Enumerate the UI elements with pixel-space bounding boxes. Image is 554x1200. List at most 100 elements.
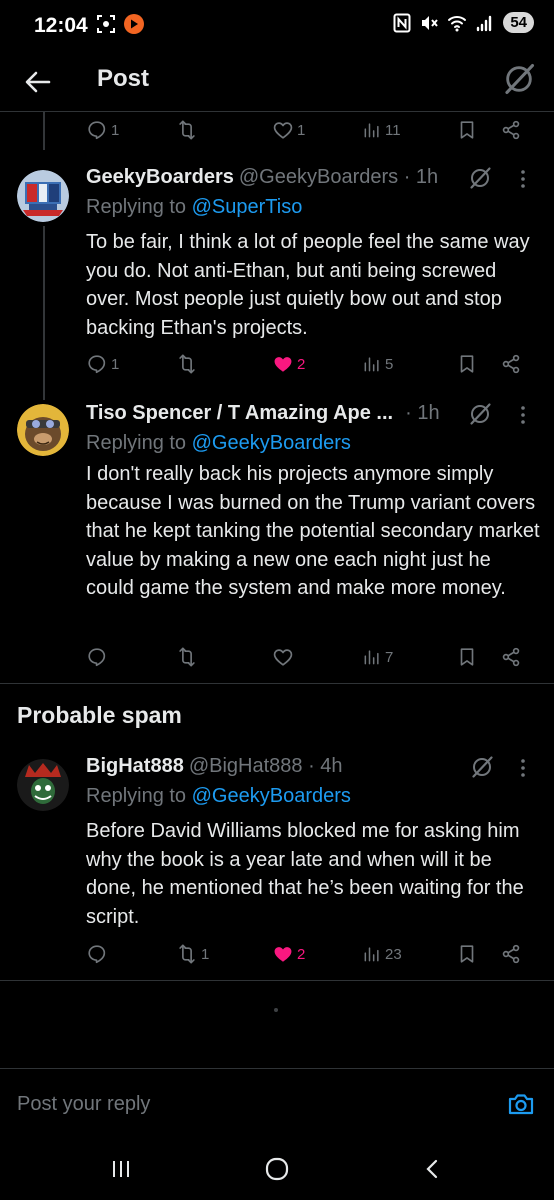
top-bar: Post [0,52,554,112]
bar-chart-icon [362,354,382,374]
avatar[interactable] [17,759,69,811]
share-icon [500,646,522,668]
chevron-left-icon [426,1159,438,1179]
share-icon [500,943,522,965]
more-vertical-icon[interactable] [515,403,531,427]
grok-icon[interactable] [502,62,536,96]
replying-to: Replying to @SuperTiso [86,196,302,219]
reply-button[interactable]: 1 [86,116,119,144]
avatar[interactable] [17,404,69,456]
grok-icon[interactable] [470,755,494,779]
action-bar: 1 2 23 [86,940,530,968]
speech-bubble-icon [86,646,108,668]
handle[interactable]: @BigHat888 · 4h [189,755,343,778]
avatar-image [17,170,69,222]
display-name[interactable]: BigHat888 [86,755,184,778]
heart-icon [272,119,294,141]
heart-icon [272,646,294,668]
repost-count: 1 [201,945,210,963]
grok-icon[interactable] [468,166,492,190]
speech-bubble-icon [86,943,108,965]
reply-button[interactable]: 1 [86,350,119,378]
replying-label: Replying to [86,196,187,218]
play-app-icon [124,14,144,34]
repost-button[interactable] [176,116,201,144]
thread-line [43,112,45,150]
view-count: 7 [385,648,394,666]
avatar-image [17,404,69,456]
replying-to: Replying to @GeekyBoarders [86,785,351,808]
bar-chart-icon [362,944,382,964]
like-button[interactable]: 1 [272,116,305,144]
more-vertical-icon[interactable] [515,756,531,780]
handle[interactable]: @GeekyBoarders · 1h [239,166,438,189]
mute-icon [422,15,439,30]
post-text: I don't really back his projects anymore… [86,463,540,600]
share-button[interactable] [500,643,522,671]
bookmark-button[interactable] [456,940,478,968]
recent-apps-button[interactable] [106,1154,136,1184]
repost-button[interactable] [176,350,201,378]
display-name[interactable]: GeekyBoarders [86,166,234,189]
mention-link[interactable]: @GeekyBoarders [192,432,351,454]
mention-link[interactable]: @SuperTiso [192,196,303,218]
camera-icon[interactable] [506,1089,536,1119]
bookmark-icon [456,353,478,375]
bookmark-button[interactable] [456,116,478,144]
more-vertical-icon[interactable] [515,167,531,191]
recent-apps-icon [113,1161,129,1177]
screenshot-icon [97,15,115,33]
replying-label: Replying to [86,432,187,454]
like-button[interactable]: 2 [272,940,305,968]
post-header: Tiso Spencer / T Amazing Ape ... · 1h [86,402,466,428]
post-text: Before David Williams blocked me for ask… [86,820,524,928]
system-nav-bar [0,1140,554,1200]
post-header: GeekyBoarders @GeekyBoarders · 1h [86,166,486,192]
page-title: Post [97,65,150,92]
back-button[interactable] [20,64,56,100]
action-bar: 1 2 5 [86,350,530,378]
reply-button[interactable] [86,643,111,671]
like-button[interactable] [272,643,297,671]
like-button[interactable]: 2 [272,350,305,378]
repost-button[interactable]: 1 [176,940,209,968]
share-button[interactable] [500,940,522,968]
speech-bubble-icon [86,353,108,375]
loading-dot [274,1008,278,1012]
home-button[interactable] [262,1154,292,1184]
view-count: 5 [385,355,394,373]
repost-icon [176,353,198,375]
like-count: 2 [297,945,306,963]
heart-icon [272,353,294,375]
views-button[interactable]: 5 [362,350,393,378]
like-count: 1 [297,121,306,139]
mention-link[interactable]: @GeekyBoarders [192,785,351,807]
bookmark-button[interactable] [456,350,478,378]
handle[interactable]: · 1h [405,402,439,425]
display-name[interactable]: Tiso Spencer / T Amazing Ape ... [86,402,393,425]
avatar[interactable] [17,170,69,222]
share-button[interactable] [500,116,522,144]
replying-to: Replying to @GeekyBoarders [86,432,351,455]
reply-button[interactable] [86,940,111,968]
status-time: 12:04 [34,14,88,37]
repost-button[interactable] [176,643,201,671]
reply-input[interactable]: Post your reply [17,1093,150,1116]
views-button[interactable]: 11 [362,116,401,144]
nfc-icon [393,13,411,32]
reply-count: 1 [111,121,120,139]
speech-bubble-icon [86,119,108,141]
wifi-icon [448,15,467,31]
views-button[interactable]: 23 [362,940,402,968]
views-button[interactable]: 7 [362,643,393,671]
bookmark-icon [456,646,478,668]
heart-icon [272,943,294,965]
share-button[interactable] [500,350,522,378]
thread-line [43,226,45,400]
back-nav-button[interactable] [418,1154,448,1184]
status-bar: 12:04 54 [0,0,554,52]
bookmark-button[interactable] [456,643,478,671]
post-header: BigHat888 @BigHat888 · 4h [86,755,486,781]
grok-icon[interactable] [468,402,492,426]
bar-chart-icon [362,120,382,140]
